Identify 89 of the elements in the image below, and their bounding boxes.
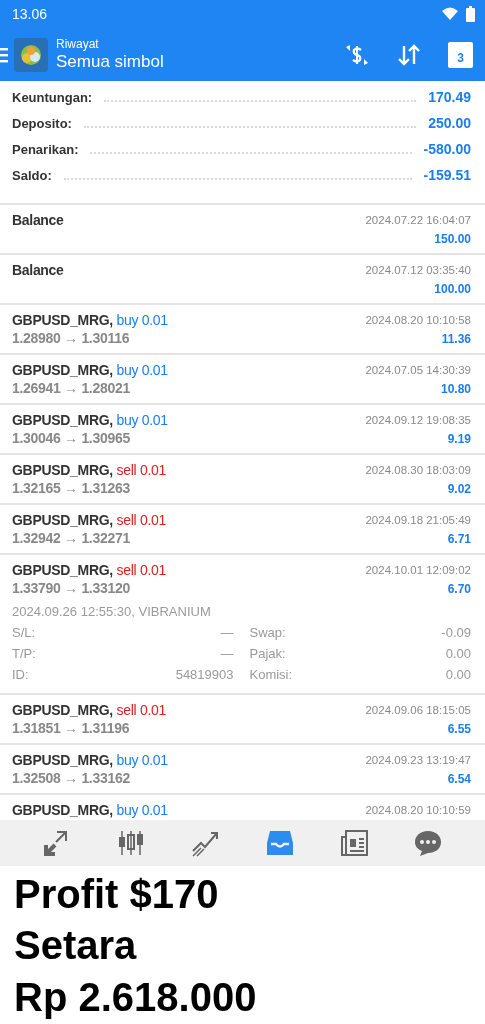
deal-time: 2024.08.20 10:10:59 [365,804,471,816]
deal-title: GBPUSD_MRG, sell 0.01 [12,562,166,578]
deal-title: GBPUSD_MRG, buy 0.01 [12,802,168,818]
summary-label: Saldo: [12,168,52,183]
summary-value: -159.51 [423,167,471,183]
price-range: 1.28980 → 1.30116 [12,330,131,346]
detail-value: — [220,625,234,642]
deal-row[interactable]: GBPUSD_MRG, buy 0.01 1.32508 → 1.33162 2024.09.23 13:19:47 6.54 [0,745,485,795]
deal-title: GBPUSD_MRG, buy 0.01 [12,362,168,378]
caption-text: Rp 2.618.000 [14,973,258,1021]
detail-value: — [220,646,234,663]
summary-value: 250.00 [428,115,471,131]
price-range: 1.32508 → 1.33162 [12,770,131,786]
open-info: 2024.09.26 12:55:30, VIBRANIUM [12,604,212,619]
deal-profit: 9.02 [447,482,471,496]
deal-title: GBPUSD_MRG, sell 0.01 [12,702,166,718]
deal-profit: 10.80 [440,382,471,396]
deal-row[interactable]: GBPUSD_MRG, buy 0.01 1.30046 → 1.30965 2024.09.12 19:08:35 9.19 [0,405,485,455]
price-range: 1.30046 → 1.30965 [12,430,131,446]
price-range: 1.31851 → 1.31196 [12,720,131,736]
screen-title[interactable]: Semua simbol [56,52,344,72]
detail-label: S/L: [12,625,36,642]
deal-time: 2024.08.30 18:03:09 [365,464,471,476]
detail-value: 0.00 [445,646,471,663]
detail-label: Pajak: [249,646,286,663]
caption-text: Profit $170 [14,870,220,918]
detail-value: -0.09 [441,625,471,642]
deal-time: 2024.09.06 18:15:05 [365,704,471,716]
sort-icon[interactable] [396,42,422,67]
deal-row[interactable]: GBPUSD_MRG, buy 0.01 1.28980 → 1.30116 2024.08.20 10:10:58 11.36 [0,305,485,355]
calendar-icon[interactable]: 3 [448,41,473,68]
deal-profit: 6.54 [447,772,471,786]
deal-title: GBPUSD_MRG, sell 0.01 [12,462,166,478]
price-range: 1.26941 → 1.28021 [12,380,131,396]
detail-label: T/P: [12,646,36,663]
caption-text: Setara [14,922,138,969]
inbox-icon[interactable] [265,829,294,857]
trend-chart-icon[interactable] [191,829,220,857]
screen-subtitle: Riwayat [56,37,100,51]
deal-time: 2024.07.22 16:04:07 [365,214,471,226]
deal-title: GBPUSD_MRG, buy 0.01 [12,312,168,328]
currency-exchange-icon[interactable] [344,42,370,67]
deal-title: Balance [12,212,64,228]
summary-label: Keuntungan: [12,90,93,105]
deal-profit: 6.70 [447,582,471,596]
newspaper-icon[interactable] [339,829,368,857]
deal-row[interactable]: GBPUSD_MRG, sell 0.01 1.33790 → 1.33120 2024.10.01 12:09:02 6.70 2024.09.26 12:55:30, VIBRANIUM S/L: — T/P: — ID: 54819903 Swap: -0.09 Pajak: 0.00 Komisi: 0.00 [0,555,485,695]
deal-time: 2024.08.20 10:10:58 [365,314,471,326]
detail-value: 54819903 [175,667,234,684]
app-logo-icon [14,37,48,72]
deal-time: 2024.09.18 21:05:49 [365,514,471,526]
summary-value: 170.49 [428,89,471,105]
deal-title: Balance [12,262,64,278]
detail-label: Swap: [249,625,286,642]
summary-value: -580.00 [423,141,471,157]
deal-profit: 11.36 [441,332,471,346]
deal-row[interactable]: GBPUSD_MRG, sell 0.01 1.31851 → 1.31196 2024.09.06 18:15:05 6.55 [0,695,485,745]
deal-row[interactable]: GBPUSD_MRG, buy 0.01 1.26941 → 1.28021 2024.07.05 14:30:39 10.80 [0,355,485,405]
deal-title: GBPUSD_MRG, buy 0.01 [12,412,168,428]
summary-label: Penarikan: [12,142,79,157]
deal-row[interactable]: Balance 2024.07.22 16:04:07 150.00 [0,205,485,255]
deal-profit: 100.00 [434,282,471,296]
deal-profit: 6.55 [447,722,471,736]
deal-row[interactable]: GBPUSD_MRG, sell 0.01 1.32942 → 1.32271 2024.09.18 21:05:49 6.71 [0,505,485,555]
deal-time: 2024.09.12 19:08:35 [365,414,471,426]
price-range: 1.32165 → 1.31263 [12,480,131,496]
deal-time: 2024.10.01 12:09:02 [365,564,471,576]
price-range: 1.33790 → 1.33120 [12,580,131,596]
deal-row[interactable]: Balance 2024.07.12 03:35:40 100.00 [0,255,485,305]
deal-time: 2024.09.23 13:19:47 [365,754,471,766]
detail-value: 0.00 [445,667,471,684]
candlestick-icon[interactable] [117,829,146,857]
deal-profit: 9.19 [447,432,471,446]
deal-profit: 150.00 [434,232,471,246]
detail-label: Komisi: [249,667,293,684]
menu-icon[interactable] [0,46,8,63]
deal-profit: 6.71 [447,532,471,546]
price-range: 1.32942 → 1.32271 [12,530,131,546]
wifi-icon [442,7,458,21]
detail-label: ID: [12,667,29,684]
deal-time: 2024.07.12 03:35:40 [365,264,471,276]
summary-label: Deposito: [12,116,72,131]
deal-row[interactable]: GBPUSD_MRG, sell 0.01 1.32165 → 1.31263 2024.08.30 18:03:09 9.02 [0,455,485,505]
battery-icon [466,6,475,22]
chat-bubble-icon[interactable] [413,829,442,857]
deal-time: 2024.07.05 14:30:39 [365,364,471,376]
deal-title: GBPUSD_MRG, sell 0.01 [12,512,166,528]
deal-title: GBPUSD_MRG, buy 0.01 [12,752,168,768]
clock: 13.06 [12,6,48,22]
